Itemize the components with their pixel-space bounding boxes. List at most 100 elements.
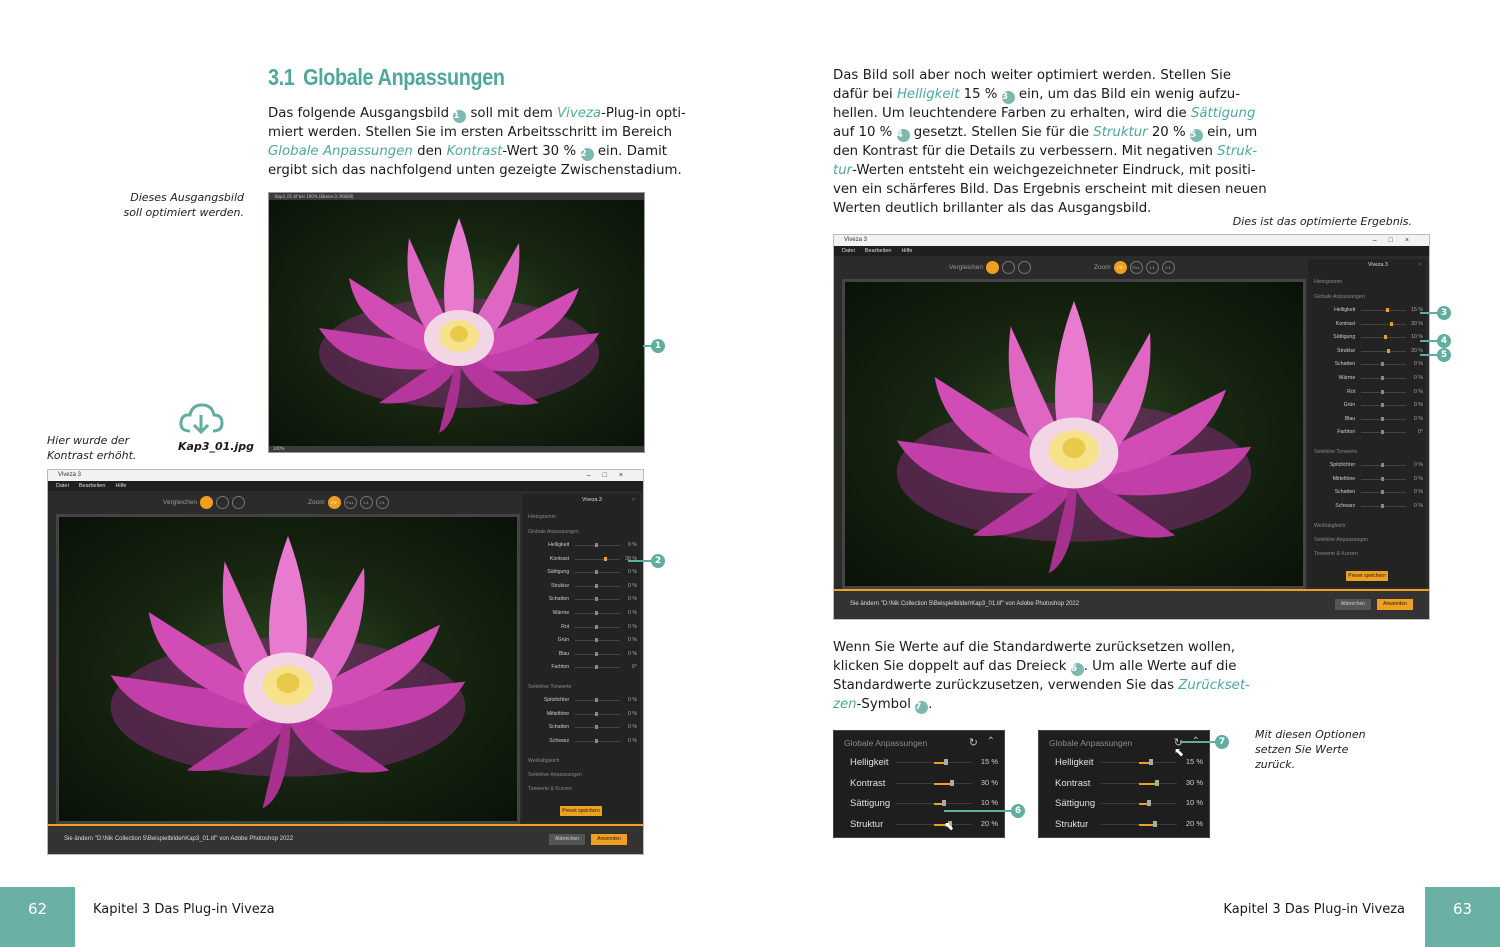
crop-slider-track[interactable]	[896, 779, 972, 786]
window-controls[interactable]: –□×	[1373, 235, 1421, 246]
crop-slider-knob[interactable]	[1155, 779, 1159, 786]
apply-button[interactable]: Anwenden	[591, 834, 627, 845]
crop-slider-knob[interactable]	[1149, 759, 1153, 765]
menu-item[interactable]: Bearbeiten	[865, 248, 892, 254]
slider-track[interactable]	[1361, 321, 1406, 326]
slider-track[interactable]	[575, 638, 620, 643]
crop-slider-track[interactable]	[1101, 779, 1177, 786]
preset-save-button[interactable]: Preset speichern	[1346, 571, 1388, 581]
slider-knob[interactable]	[595, 651, 599, 656]
slider-knob[interactable]	[1381, 389, 1385, 394]
global-adjustments-section[interactable]: Globale Anpassungen	[1314, 294, 1365, 300]
slider-track[interactable]	[1361, 403, 1406, 408]
slider-knob[interactable]	[1385, 308, 1389, 312]
zoom-option-2-1[interactable]: 2:1	[1161, 260, 1175, 274]
slider-track[interactable]	[1361, 362, 1406, 367]
zoom-option-fit[interactable]: FIT	[1113, 260, 1127, 274]
reset-icon[interactable]: ↻	[969, 736, 978, 749]
selective-adjustments-section[interactable]: Selektive Anpassungen	[1314, 537, 1368, 543]
slider-knob[interactable]	[595, 570, 599, 575]
crop-slider-track[interactable]	[1101, 800, 1177, 806]
slider-track[interactable]	[575, 543, 620, 547]
slider-knob[interactable]	[595, 638, 599, 643]
cancel-button[interactable]: Abbrechen	[549, 834, 585, 845]
slider-track[interactable]	[575, 570, 620, 575]
slider-knob[interactable]	[595, 738, 599, 743]
slider-track[interactable]	[575, 556, 620, 561]
slider-track[interactable]	[1361, 490, 1406, 495]
slider-knob[interactable]	[1381, 490, 1385, 495]
slider-knob[interactable]	[1381, 403, 1385, 408]
menu-item[interactable]: Datei	[56, 483, 69, 489]
slider-track[interactable]	[1361, 463, 1406, 467]
slider-knob[interactable]	[595, 597, 599, 602]
selective-tones-section[interactable]: Selektive Tonwerte	[528, 684, 571, 690]
histogram-section[interactable]: Histogramm	[528, 514, 556, 520]
compare-split-icon[interactable]	[985, 260, 999, 274]
slider-knob[interactable]	[595, 725, 599, 730]
slider-knob[interactable]	[595, 583, 599, 588]
crop-slider-knob[interactable]	[942, 800, 946, 806]
slider-track[interactable]	[575, 665, 620, 670]
download-filename[interactable]: Kap3_01.jpg	[178, 440, 254, 453]
slider-track[interactable]	[575, 711, 620, 716]
slider-knob[interactable]	[595, 665, 599, 670]
crop-slider-knob[interactable]	[944, 759, 948, 765]
window-controls[interactable]: –□×	[587, 470, 635, 481]
menu-item[interactable]: Hilfe	[115, 483, 126, 489]
slider-knob[interactable]	[1381, 503, 1385, 508]
white-balance-section[interactable]: Weißabgleich	[1314, 523, 1345, 529]
zoom-option-fill[interactable]: FILL	[343, 495, 357, 509]
slider-track[interactable]	[575, 651, 620, 656]
slider-track[interactable]	[575, 611, 620, 615]
cloud-download-icon[interactable]	[178, 401, 224, 437]
apply-button[interactable]: Anwenden	[1377, 599, 1413, 610]
slider-knob[interactable]	[595, 611, 599, 615]
crop-slider-knob[interactable]	[950, 779, 954, 786]
slider-knob[interactable]	[604, 556, 608, 561]
slider-knob[interactable]	[1381, 362, 1385, 367]
slider-knob[interactable]	[1390, 321, 1394, 326]
slider-knob[interactable]	[1387, 348, 1391, 353]
slider-track[interactable]	[575, 597, 620, 602]
cancel-button[interactable]: Abbrechen	[1335, 599, 1371, 610]
compare-toggle-icon[interactable]	[1017, 260, 1031, 274]
crop-slider-track[interactable]	[896, 800, 972, 806]
zoom-option-fill[interactable]: FILL	[1129, 260, 1143, 274]
slider-track[interactable]	[1361, 308, 1406, 312]
crop-slider-track[interactable]	[1101, 759, 1177, 765]
slider-knob[interactable]	[1381, 416, 1385, 421]
crop-slider-track[interactable]	[896, 820, 972, 827]
slider-track[interactable]	[1361, 348, 1406, 353]
crop-slider-track[interactable]	[1101, 820, 1177, 827]
menu-item[interactable]: Bearbeiten	[79, 483, 106, 489]
white-balance-section[interactable]: Weißabgleich	[528, 758, 559, 764]
zoom-option-fit[interactable]: FIT	[327, 495, 341, 509]
compare-split-icon[interactable]	[199, 495, 213, 509]
slider-track[interactable]	[1361, 430, 1406, 435]
zoom-option-2-1[interactable]: 2:1	[375, 495, 389, 509]
selective-tones-section[interactable]: Selektive Tonwerte	[1314, 449, 1357, 455]
slider-track[interactable]	[575, 698, 620, 702]
slider-track[interactable]	[575, 725, 620, 730]
histogram-section[interactable]: Histogramm	[1314, 279, 1342, 285]
zoom-option-1-1[interactable]: 1:1	[359, 495, 373, 509]
compare-toggle-icon[interactable]	[231, 495, 245, 509]
slider-track[interactable]	[575, 583, 620, 588]
slider-knob[interactable]	[1381, 463, 1385, 467]
menu-item[interactable]: Datei	[842, 248, 855, 254]
slider-knob[interactable]	[595, 711, 599, 716]
zoom-option-1-1[interactable]: 1:1	[1145, 260, 1159, 274]
global-adjustments-section[interactable]: Globale Anpassungen	[528, 529, 579, 535]
crop-slider-knob[interactable]	[1153, 820, 1157, 827]
compare-side-icon[interactable]	[215, 495, 229, 509]
slider-track[interactable]	[1361, 476, 1406, 481]
crop-slider-track[interactable]	[896, 759, 972, 765]
slider-track[interactable]	[575, 738, 620, 743]
slider-knob[interactable]	[595, 543, 599, 547]
crop-slider-knob[interactable]	[1147, 800, 1151, 806]
slider-track[interactable]	[1361, 389, 1406, 394]
slider-track[interactable]	[1361, 416, 1406, 421]
selective-adjustments-section[interactable]: Selektive Anpassungen	[528, 772, 582, 778]
slider-knob[interactable]	[595, 698, 599, 702]
